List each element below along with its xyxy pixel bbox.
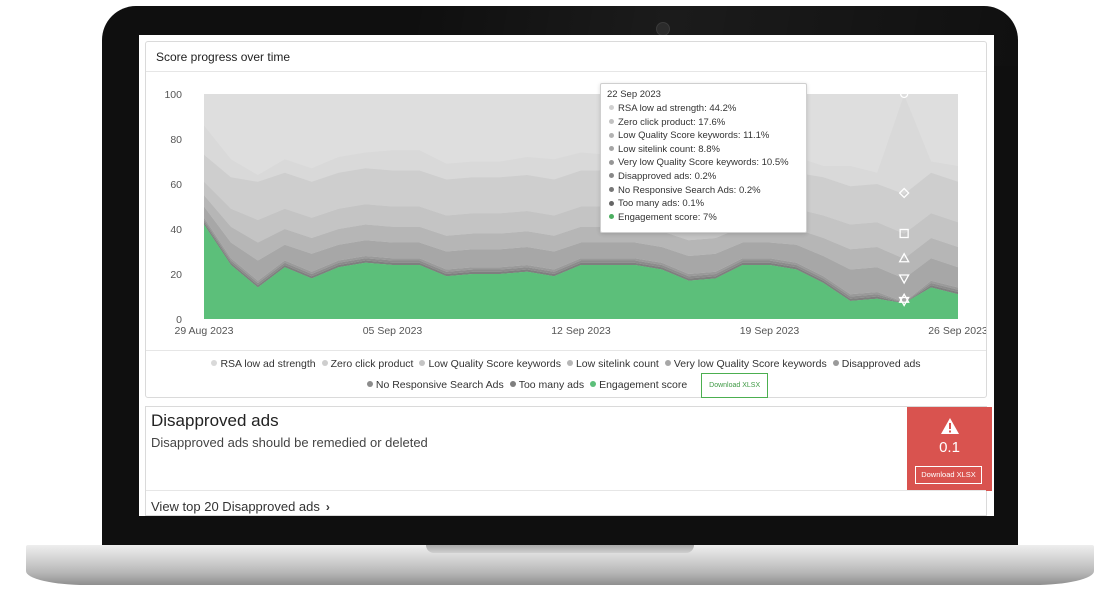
disapproved-score-value: 0.1 (939, 439, 960, 456)
tooltip-series-label: Low sitelink count: (618, 143, 699, 155)
score-progress-chart: 020406080100 29 Aug 2023 05 Sep 2023 12 Se… (164, 89, 986, 337)
tooltip-series-label: No Responsive Search Ads: (618, 184, 739, 196)
tooltip-row: Very low Quality Score keywords: 10.5% (607, 156, 800, 170)
legend-dot-icon (366, 381, 373, 387)
chart-tooltip: 22 Sep 2023 RSA low ad strength: 44.2% Ze… (600, 83, 807, 233)
legend-dot-icon (419, 360, 426, 366)
tooltip-series-dot (609, 105, 614, 111)
x-tick-label: 26 Sep 2023 (928, 325, 986, 337)
y-tick-label: 20 (170, 269, 182, 281)
view-top-disapproved-label: View top 20 Disapproved ads (151, 499, 320, 514)
tooltip-series-dot (609, 159, 614, 165)
tooltip-series-dot (609, 187, 614, 193)
y-tick-label: 40 (170, 224, 182, 236)
x-tick-label: 29 Aug 2023 (175, 325, 234, 337)
tooltip-series-label: RSA low ad strength: (618, 103, 710, 114)
x-tick-label: 19 Sep 2023 (740, 325, 800, 337)
legend-label: Low sitelink count (575, 358, 659, 370)
camera-icon (656, 22, 670, 36)
tooltip-series-label: Low Quality Score keywords: (618, 130, 744, 142)
legend-dot-icon (211, 360, 218, 366)
tooltip-row: Disapproved ads: 0.2% (607, 170, 800, 184)
legend-item[interactable]: RSA low ad strength (211, 356, 316, 373)
tooltip-row: Engagement score: 7% (607, 211, 800, 225)
y-tick-label: 100 (164, 89, 182, 101)
tooltip-series-label: Engagement score: (618, 211, 704, 223)
chart-legend: RSA low ad strength Zero click product Low… (166, 356, 966, 398)
legend-label: Too many ads (518, 379, 585, 391)
x-tick-label: 05 Sep 2023 (363, 325, 423, 337)
chevron-right-icon: › (325, 500, 330, 514)
view-top-disapproved-link[interactable]: View top 20 Disapproved ads › (151, 499, 330, 514)
disapproved-ads-panel: Disapproved ads Disapproved ads should b… (145, 406, 992, 516)
legend-label: Zero click product (330, 358, 414, 370)
tooltip-series-dot (609, 146, 614, 152)
tooltip-date: 22 Sep 2023 (607, 89, 661, 100)
legend-item[interactable]: Disapproved ads (832, 356, 921, 373)
disapproved-footer: View top 20 Disapproved ads › (146, 490, 986, 516)
x-tick-label: 12 Sep 2023 (551, 325, 611, 337)
tooltip-row: Low sitelink count: 8.8% (607, 143, 800, 157)
disapproved-subtitle: Disapproved ads should be remedied or de… (151, 435, 428, 450)
tooltip-series-label: Very low Quality Score keywords: (618, 157, 762, 169)
disapproved-title: Disapproved ads (151, 411, 279, 430)
legend-dot-icon (664, 360, 671, 366)
legend-item[interactable]: Engagement score (590, 377, 687, 394)
legend-label: Engagement score (599, 379, 688, 391)
legend-item[interactable]: Low Quality Score keywords (419, 356, 561, 373)
legend-item[interactable]: No Responsive Search Ads (366, 377, 504, 394)
legend-label: Very low Quality Score keywords (673, 358, 827, 370)
y-tick-label: 80 (170, 134, 182, 146)
tooltip-series-value: 0.1% (682, 198, 705, 210)
tooltip-row: No Responsive Search Ads: 0.2% (607, 184, 800, 198)
legend-item[interactable]: Low sitelink count (566, 356, 659, 373)
legend-label: RSA low ad strength (220, 358, 316, 370)
tooltip-series-dot (609, 200, 614, 206)
tooltip-series-label: Too many ads: (618, 198, 683, 210)
tooltip-series-dot (609, 119, 614, 125)
score-chart-card: Score progress over time 0 20 40 60 80 100 29… (145, 41, 987, 398)
tooltip-series-value: 8.8% (698, 143, 720, 155)
laptop-base-lip (426, 545, 694, 553)
tooltip-series-value: 17.6% (698, 116, 726, 128)
legend-item[interactable]: Zero click product (321, 356, 414, 373)
tooltip-row: Too many ads: 0.1% (607, 197, 800, 211)
legend-divider (146, 350, 986, 351)
tooltip-series-value: 11.1% (743, 130, 770, 142)
disapproved-download-button[interactable]: Download XLSX (915, 466, 982, 484)
legend-dot-icon (590, 381, 597, 387)
tooltip-series-value: 10.5% (761, 157, 789, 169)
y-tick-label: 60 (170, 179, 182, 191)
tooltip-series-dot (609, 132, 614, 138)
legend-dot-icon (321, 360, 328, 366)
tooltip-series-value: 0.2% (694, 170, 717, 182)
tooltip-row: Low Quality Score keywords: 11.1% (607, 129, 800, 143)
legend-item[interactable]: Very low Quality Score keywords (664, 356, 827, 373)
legend-dot-icon (509, 381, 516, 387)
legend-label: Low Quality Score keywords (428, 358, 561, 370)
tooltip-series-dot (609, 173, 614, 179)
download-xlsx-button[interactable]: Download XLSX (701, 373, 769, 398)
laptop-base (26, 545, 1094, 585)
tooltip-series-value: 44.2% (709, 103, 737, 114)
chart-card-title: Score progress over time (146, 42, 986, 72)
warning-icon (941, 418, 959, 434)
tooltip-series-label: Disapproved ads: (618, 170, 695, 182)
legend-label: No Responsive Search Ads (375, 379, 504, 391)
tooltip-row: RSA low ad strength: 44.2% (607, 102, 800, 116)
tooltip-row: Zero click product: 17.6% (607, 116, 800, 130)
legend-label: Disapproved ads (841, 358, 921, 370)
disapproved-score-box: 0.1 Download XLSX (907, 407, 992, 491)
tooltip-series-value: 7% (703, 211, 717, 223)
legend-dot-icon (566, 360, 573, 366)
tooltip-series-dot (609, 214, 614, 220)
tooltip-series-value: 0.2% (738, 184, 761, 196)
legend-dot-icon (832, 360, 839, 366)
screen: Score progress over time 0 20 40 60 80 100 29… (139, 35, 994, 516)
tooltip-rows: RSA low ad strength: 44.2% Zero click pro… (607, 102, 800, 224)
legend-item[interactable]: Too many ads (509, 377, 585, 394)
tooltip-series-label: Zero click product: (618, 116, 699, 128)
